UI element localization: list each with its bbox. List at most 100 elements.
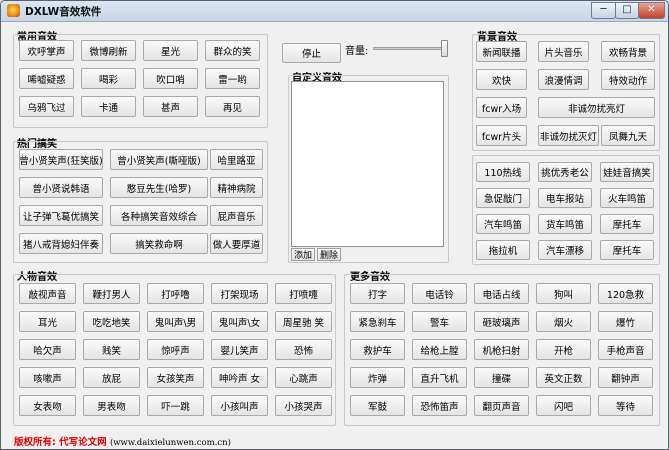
more-sound-button[interactable]: 直升飞机 bbox=[412, 367, 467, 388]
more-sound-button[interactable]: 翻页声音 bbox=[474, 395, 529, 416]
more-sound-button[interactable]: 等待 bbox=[598, 395, 653, 416]
people-sound-button[interactable]: 心跳声 bbox=[275, 367, 332, 388]
more-sound-button[interactable]: 砸玻璃声 bbox=[474, 311, 529, 332]
right_extra-sound-button[interactable]: 汽车漂移 bbox=[538, 240, 592, 260]
background-sound-button[interactable]: 浪漫情调 bbox=[538, 69, 589, 90]
hot-sound-button[interactable]: 曾小贤说韩语 bbox=[19, 177, 103, 198]
hot-sound-button[interactable]: 做人要厚道 bbox=[210, 233, 263, 254]
right_extra-sound-button[interactable]: 电车报站 bbox=[538, 188, 592, 208]
people-sound-button[interactable]: 贱笑 bbox=[83, 339, 140, 360]
more-sound-button[interactable]: 恐怖笛声 bbox=[412, 395, 467, 416]
common-sound-button[interactable]: 唏嘘疑惑 bbox=[19, 68, 74, 89]
common-sound-button[interactable]: 喝彩 bbox=[81, 68, 136, 89]
common-sound-button[interactable]: 卡通 bbox=[81, 96, 136, 117]
people-sound-button[interactable]: 小孩哭声 bbox=[275, 395, 332, 416]
people-sound-button[interactable]: 鞭打男人 bbox=[83, 283, 140, 304]
add-button[interactable]: 添加 bbox=[291, 248, 315, 261]
people-sound-button[interactable]: 女孩笑声 bbox=[147, 367, 204, 388]
background-sound-button[interactable]: fcwr片头 bbox=[476, 125, 527, 146]
more-sound-button[interactable]: 开枪 bbox=[536, 339, 591, 360]
people-sound-button[interactable]: 鬼叫声\男 bbox=[147, 311, 204, 332]
more-sound-button[interactable]: 打字 bbox=[350, 283, 405, 304]
people-sound-button[interactable]: 周星驰 笑 bbox=[275, 311, 332, 332]
more-sound-button[interactable]: 救护车 bbox=[350, 339, 405, 360]
right_extra-sound-button[interactable]: 110热线 bbox=[476, 162, 530, 182]
hot-sound-button[interactable]: 精神病院 bbox=[210, 177, 263, 198]
right_extra-sound-button[interactable]: 摩托车 bbox=[600, 240, 654, 260]
people-sound-button[interactable]: 放屁 bbox=[83, 367, 140, 388]
hot-sound-button[interactable]: 屁声音乐 bbox=[210, 205, 263, 226]
people-sound-button[interactable]: 男表吻 bbox=[83, 395, 140, 416]
background-sound-button[interactable]: 非诚勿扰亮灯 bbox=[538, 97, 655, 118]
right_extra-sound-button[interactable]: 货车鸣笛 bbox=[538, 214, 592, 234]
people-sound-button[interactable]: 呻吟声 女 bbox=[211, 367, 268, 388]
hot-sound-button[interactable]: 憨豆先生(哈罗) bbox=[110, 177, 208, 198]
right_extra-sound-button[interactable]: 汽车鸣笛 bbox=[476, 214, 530, 234]
background-sound-button[interactable]: 片头音乐 bbox=[538, 41, 589, 62]
hot-sound-button[interactable]: 哈里路亚 bbox=[210, 149, 263, 170]
close-button[interactable]: ✕ bbox=[638, 2, 665, 19]
background-sound-button[interactable]: 特效动作 bbox=[601, 69, 655, 90]
more-sound-button[interactable]: 电话占线 bbox=[474, 283, 529, 304]
right_extra-sound-button[interactable]: 急促敲门 bbox=[476, 188, 530, 208]
people-sound-button[interactable]: 小孩叫声 bbox=[211, 395, 268, 416]
more-sound-button[interactable]: 英文正数 bbox=[536, 367, 591, 388]
volume-slider-track[interactable] bbox=[373, 47, 445, 50]
people-sound-button[interactable]: 吓一跳 bbox=[147, 395, 204, 416]
common-sound-button[interactable]: 吹口哨 bbox=[143, 68, 198, 89]
more-sound-button[interactable]: 手枪声音 bbox=[598, 339, 653, 360]
common-sound-button[interactable]: 甚声 bbox=[143, 96, 198, 117]
hot-sound-button[interactable]: 搞笑救命啊 bbox=[110, 233, 208, 254]
more-sound-button[interactable]: 烟火 bbox=[536, 311, 591, 332]
more-sound-button[interactable]: 电话铃 bbox=[412, 283, 467, 304]
stop-button[interactable]: 停止 bbox=[282, 43, 341, 63]
minimize-button[interactable]: ─ bbox=[591, 2, 616, 19]
hot-sound-button[interactable]: 曾小贤笑声(狂笑版) bbox=[19, 149, 103, 170]
right_extra-sound-button[interactable]: 拖拉机 bbox=[476, 240, 530, 260]
common-sound-button[interactable]: 雷一哟 bbox=[205, 68, 260, 89]
hot-sound-button[interactable]: 让子弹飞葛优搞笑 bbox=[19, 205, 103, 226]
right_extra-sound-button[interactable]: 挑优秀老公 bbox=[538, 162, 592, 182]
background-sound-button[interactable]: 新闻联播 bbox=[476, 41, 527, 62]
custom-sound-list[interactable] bbox=[291, 81, 444, 247]
delete-button[interactable]: 删除 bbox=[317, 248, 341, 261]
common-sound-button[interactable]: 微博刷新 bbox=[81, 40, 136, 61]
more-sound-button[interactable]: 给枪上膛 bbox=[412, 339, 467, 360]
more-sound-button[interactable]: 爆竹 bbox=[598, 311, 653, 332]
more-sound-button[interactable]: 狗叫 bbox=[536, 283, 591, 304]
more-sound-button[interactable]: 翻钟声 bbox=[598, 367, 653, 388]
background-sound-button[interactable]: 欢畅背景 bbox=[601, 41, 655, 62]
more-sound-button[interactable]: 120急救 bbox=[598, 283, 653, 304]
right_extra-sound-button[interactable]: 娃娃音搞笑 bbox=[600, 162, 654, 182]
background-sound-button[interactable]: fcwr入场 bbox=[476, 97, 527, 118]
common-sound-button[interactable]: 欢呼掌声 bbox=[19, 40, 74, 61]
hot-sound-button[interactable]: 曾小贤笑声(嘶哑版) bbox=[110, 149, 208, 170]
people-sound-button[interactable]: 打呼噜 bbox=[147, 283, 204, 304]
common-sound-button[interactable]: 群众的笑 bbox=[205, 40, 260, 61]
common-sound-button[interactable]: 星光 bbox=[143, 40, 198, 61]
more-sound-button[interactable]: 机枪扫射 bbox=[474, 339, 529, 360]
more-sound-button[interactable]: 紧急刹车 bbox=[350, 311, 405, 332]
common-sound-button[interactable]: 乌鸦飞过 bbox=[19, 96, 74, 117]
maximize-button[interactable]: □ bbox=[615, 2, 639, 19]
people-sound-button[interactable]: 女表吻 bbox=[19, 395, 76, 416]
right_extra-sound-button[interactable]: 摩托车 bbox=[600, 214, 654, 234]
people-sound-button[interactable]: 鬼叫声\女 bbox=[211, 311, 268, 332]
people-sound-button[interactable]: 耳光 bbox=[19, 311, 76, 332]
hot-sound-button[interactable]: 各种搞笑音效综合 bbox=[110, 205, 208, 226]
more-sound-button[interactable]: 闪吧 bbox=[536, 395, 591, 416]
right_extra-sound-button[interactable]: 火车鸣笛 bbox=[600, 188, 654, 208]
more-sound-button[interactable]: 警车 bbox=[412, 311, 467, 332]
hot-sound-button[interactable]: 猪八戒背媳妇伴奏 bbox=[19, 233, 103, 254]
more-sound-button[interactable]: 撞碟 bbox=[474, 367, 529, 388]
people-sound-button[interactable]: 敲视声音 bbox=[19, 283, 76, 304]
background-sound-button[interactable]: 凤舞九天 bbox=[601, 125, 655, 146]
people-sound-button[interactable]: 惊呼声 bbox=[147, 339, 204, 360]
more-sound-button[interactable]: 炸弹 bbox=[350, 367, 405, 388]
people-sound-button[interactable]: 打喷嚏 bbox=[275, 283, 332, 304]
common-sound-button[interactable]: 再见 bbox=[205, 96, 260, 117]
people-sound-button[interactable]: 哈欠声 bbox=[19, 339, 76, 360]
background-sound-button[interactable]: 欢快 bbox=[476, 69, 527, 90]
people-sound-button[interactable]: 打架现场 bbox=[211, 283, 268, 304]
background-sound-button[interactable]: 非诚勿扰灭灯 bbox=[538, 125, 599, 146]
